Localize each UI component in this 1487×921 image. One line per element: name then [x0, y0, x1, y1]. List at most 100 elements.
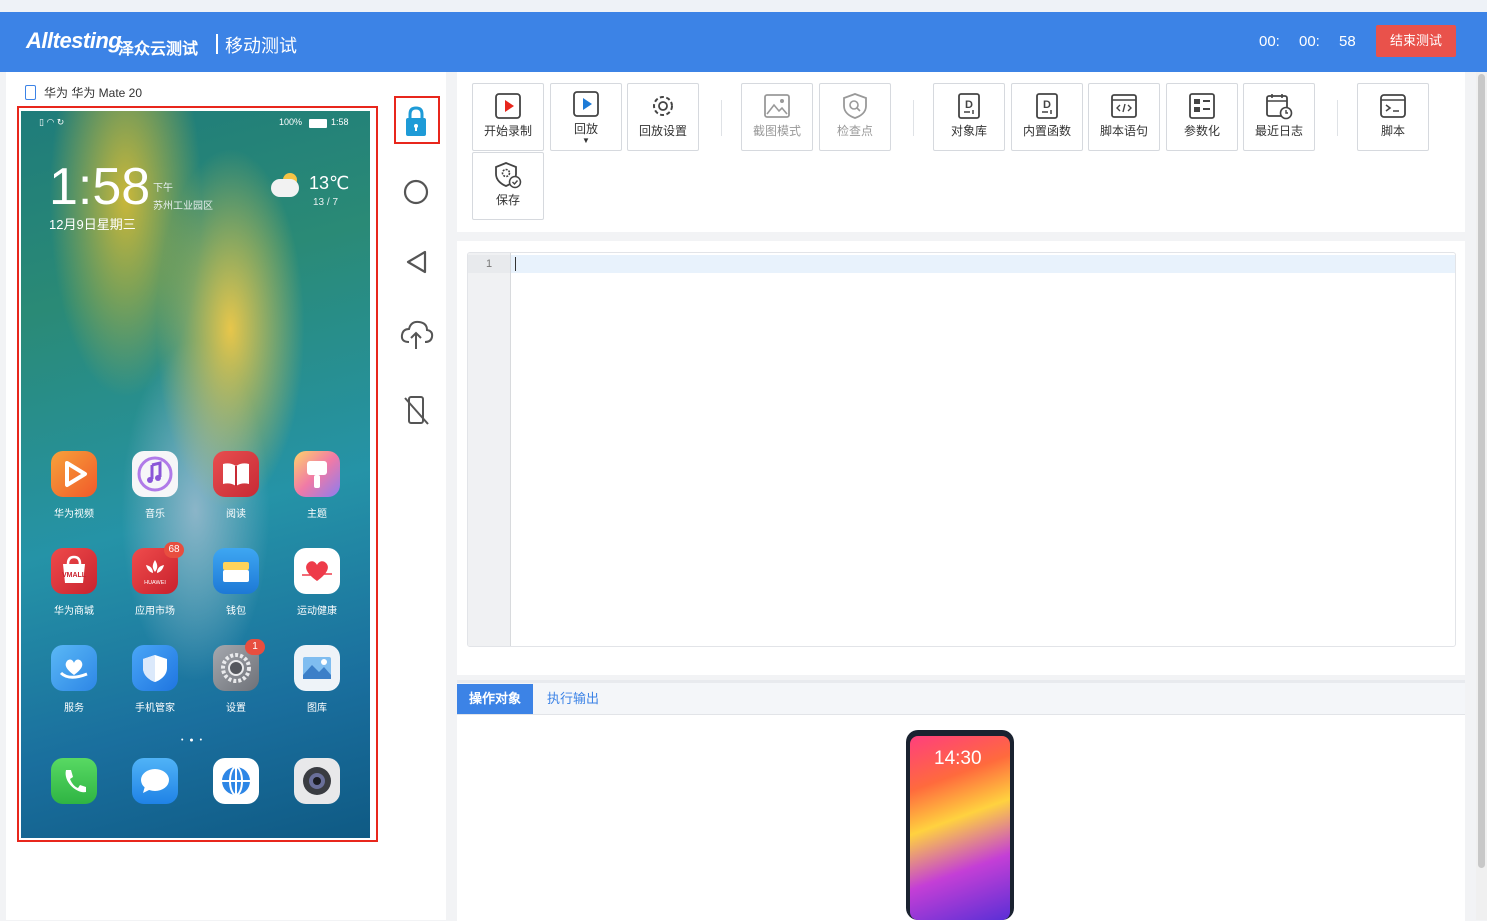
appgallery-app-icon: HUAWEI 68: [132, 542, 184, 594]
upload-cloud-icon[interactable]: [398, 316, 434, 352]
active-line: [511, 255, 1455, 273]
save-button[interactable]: 保存: [472, 152, 544, 220]
app-themes[interactable]: 主题: [286, 451, 348, 520]
device-icon: [25, 85, 36, 100]
phone-manager-app-icon: [132, 645, 178, 691]
app-phone-manager[interactable]: 手机管家: [124, 645, 186, 714]
device-screen[interactable]: ▯ ◠ ↻ 100% 1:58 1:58 下午 苏州工业园区 12月9日星期三 …: [21, 111, 370, 838]
terminal-icon: [1379, 92, 1407, 120]
script-button[interactable]: 脚本: [1357, 83, 1429, 151]
checkpoint-button[interactable]: 检查点: [819, 83, 891, 151]
camera-app-icon: [294, 758, 340, 804]
lock-icon[interactable]: [398, 102, 434, 138]
dock-phone[interactable]: [43, 758, 105, 804]
header-divider: [216, 34, 218, 54]
app-gallery[interactable]: 图库: [286, 645, 348, 714]
wallet-app-icon: [213, 548, 259, 594]
services-app-icon: [51, 645, 97, 691]
screenshot-mode-button[interactable]: 截图模式: [741, 83, 813, 151]
preview-clock: 14:30: [934, 748, 982, 769]
device-label: 华为 华为 Mate 20: [44, 86, 143, 100]
toolbar-divider: [721, 100, 722, 136]
page-indicator: • ● •: [181, 737, 205, 744]
line-number: 1: [468, 255, 510, 273]
calendar-clock-icon: [1265, 92, 1293, 120]
app-services[interactable]: 服务: [43, 645, 105, 714]
image-icon: [763, 92, 791, 120]
disconnect-phone-icon[interactable]: [398, 392, 434, 428]
gear-icon: [649, 92, 677, 120]
brand-name: 泽众云测试: [118, 41, 199, 58]
dock-browser[interactable]: [205, 758, 267, 804]
settings-badge: 1: [245, 639, 265, 655]
health-app-icon: [294, 548, 340, 594]
clock-ampm: 下午: [153, 183, 173, 194]
app-wallet[interactable]: 钱包: [205, 548, 267, 617]
app-huawei-video[interactable]: 华为视频: [43, 451, 105, 520]
playback-icon: [572, 90, 600, 118]
tab-execution-output[interactable]: 执行输出: [535, 684, 611, 714]
settings-app-icon: 1: [213, 639, 265, 691]
document-d-icon: D: [955, 92, 983, 120]
app-header: Alltesting 泽众云测试 移动测试 00: 00: 58 结束测试: [0, 12, 1487, 72]
end-test-button[interactable]: 结束测试: [1376, 25, 1456, 57]
themes-app-icon: [294, 451, 340, 497]
save-shield-gear-icon: [494, 161, 522, 189]
scrollbar-thumb[interactable]: [1478, 74, 1485, 868]
object-library-button[interactable]: D 对象库: [933, 83, 1005, 151]
text-cursor: [515, 257, 516, 271]
builtin-functions-button[interactable]: D 内置函数: [1011, 83, 1083, 151]
dock-camera[interactable]: [286, 758, 348, 804]
appgallery-badge: 68: [164, 542, 184, 558]
page-title: 移动测试: [225, 36, 297, 56]
document-function-icon: D: [1033, 92, 1061, 120]
playback-button[interactable]: 回放 ▼: [550, 83, 622, 151]
gallery-app-icon: [294, 645, 340, 691]
line-gutter: [468, 253, 511, 646]
status-bar-icons: ▯ ◠ ↻: [39, 117, 65, 127]
temperature-range: 13 / 7: [313, 197, 339, 208]
weather-cloud-icon: [271, 179, 299, 197]
clock-date: 12月9日星期三: [49, 217, 136, 232]
code-window-icon: [1110, 92, 1138, 120]
script-statement-button[interactable]: 脚本语句: [1088, 83, 1160, 151]
status-time: 1:58: [331, 117, 349, 127]
timer-seconds: 58: [1339, 33, 1356, 50]
playback-settings-button[interactable]: 回放设置: [627, 83, 699, 151]
svg-text:VMALL: VMALL: [62, 572, 87, 579]
lock-clock: 1:58: [49, 158, 151, 216]
app-health[interactable]: 运动健康: [286, 548, 348, 617]
tab-operation-objects[interactable]: 操作对象: [457, 684, 534, 714]
recent-logs-button[interactable]: 最近日志: [1243, 83, 1315, 151]
back-triangle-icon[interactable]: [398, 244, 434, 280]
vmall-app-icon: VMALL: [51, 548, 97, 594]
status-battery: 100%: [279, 117, 303, 127]
code-editor[interactable]: 1: [467, 252, 1456, 647]
battery-icon: [309, 119, 327, 128]
svg-text:HUAWEI: HUAWEI: [144, 580, 166, 586]
start-record-button[interactable]: 开始录制: [472, 83, 544, 151]
clock-location: 苏州工业园区: [153, 201, 213, 212]
app-vmall[interactable]: VMALL 华为商城: [43, 548, 105, 617]
logo: Alltesting: [26, 28, 122, 53]
temperature: 13℃: [309, 173, 350, 193]
toolbar-divider: [913, 100, 914, 136]
home-circle-icon[interactable]: [398, 174, 434, 210]
dock-messages[interactable]: [124, 758, 186, 804]
phone-app-icon: [51, 758, 97, 804]
app-settings[interactable]: 1 设置: [205, 639, 267, 714]
video-app-icon: [51, 451, 97, 497]
toolbar-divider: [1337, 100, 1338, 136]
shield-search-icon: [841, 92, 869, 120]
record-icon: [494, 92, 522, 120]
app-appgallery[interactable]: HUAWEI 68 应用市场: [124, 542, 186, 617]
svg-text:D: D: [965, 99, 973, 111]
parameterize-button[interactable]: 参数化: [1166, 83, 1238, 151]
app-reader[interactable]: 阅读: [205, 451, 267, 520]
grid-list-icon: [1188, 92, 1216, 120]
reader-app-icon: [213, 451, 259, 497]
messages-app-icon: [132, 758, 178, 804]
timer-minutes: 00:: [1299, 33, 1320, 50]
app-music[interactable]: 音乐: [124, 451, 186, 520]
browser-app-icon: [213, 758, 259, 804]
